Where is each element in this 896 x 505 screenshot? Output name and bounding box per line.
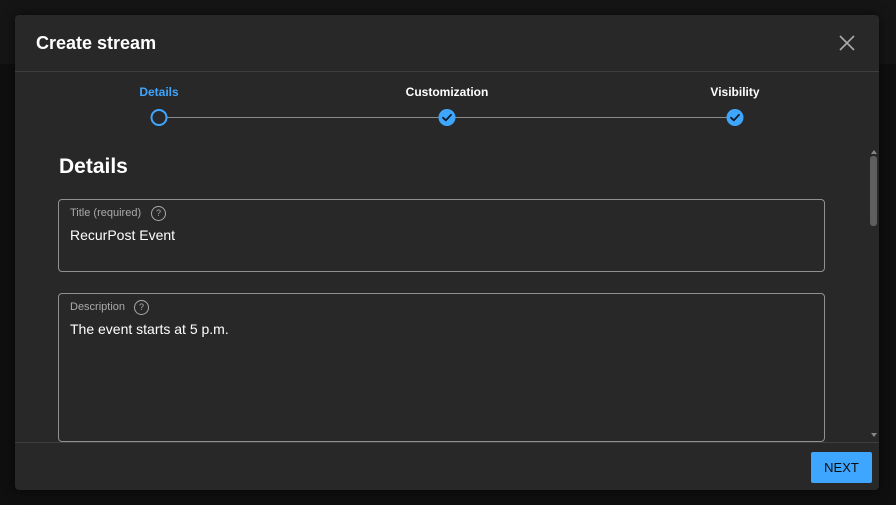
close-button[interactable] — [833, 29, 861, 57]
help-icon[interactable]: ? — [151, 206, 166, 221]
step-indicator-current — [150, 109, 168, 126]
close-icon — [839, 35, 855, 51]
step-connector — [455, 117, 727, 118]
title-field-label: Title (required) — [70, 207, 142, 219]
description-field-value[interactable]: The event starts at 5 p.m. — [70, 321, 229, 337]
step-indicator-complete — [438, 109, 456, 126]
title-field-value[interactable]: RecurPost Event — [70, 227, 175, 243]
check-icon — [730, 113, 740, 122]
scrollbar-thumb[interactable] — [870, 156, 877, 226]
section-heading: Details — [59, 155, 128, 178]
check-icon — [442, 113, 452, 122]
details-section: Details Title (required) ? RecurPost Eve… — [15, 142, 879, 442]
dialog-footer: NEXT — [15, 442, 879, 490]
scroll-up-arrow-icon[interactable] — [871, 150, 877, 154]
description-field-label: Description — [70, 301, 126, 313]
stepper: Details Customization Visibility — [15, 72, 879, 142]
step-label-visibility[interactable]: Visibility — [710, 85, 759, 99]
scroll-down-arrow-icon[interactable] — [871, 433, 877, 437]
dialog-header: Create stream — [15, 15, 879, 72]
step-label-details[interactable]: Details — [139, 85, 178, 99]
description-field[interactable]: Description ? The event starts at 5 p.m. — [58, 293, 825, 442]
step-connector — [167, 117, 439, 118]
step-indicator-complete — [726, 109, 744, 126]
next-button[interactable]: NEXT — [811, 452, 872, 483]
create-stream-dialog: Create stream Details Customization Visi… — [15, 15, 879, 490]
title-field[interactable]: Title (required) ? RecurPost Event — [58, 199, 825, 272]
dialog-title: Create stream — [36, 33, 157, 53]
help-icon[interactable]: ? — [134, 300, 149, 315]
step-label-customization[interactable]: Customization — [406, 85, 489, 99]
